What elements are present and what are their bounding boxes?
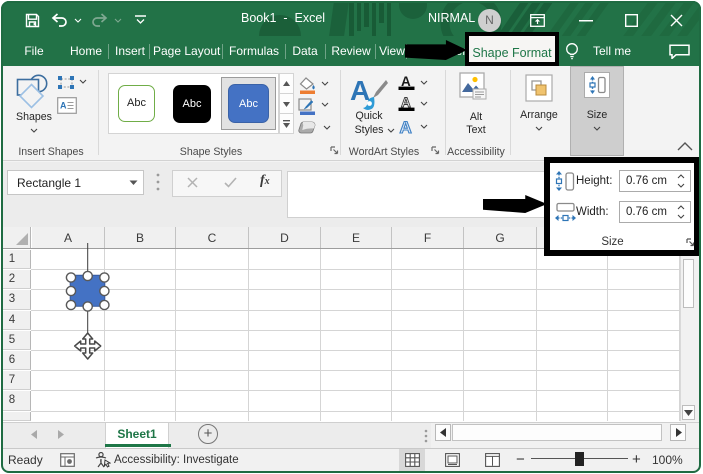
svg-text:A: A xyxy=(60,101,67,111)
svg-text:A: A xyxy=(350,75,370,106)
svg-text:A: A xyxy=(400,118,412,135)
